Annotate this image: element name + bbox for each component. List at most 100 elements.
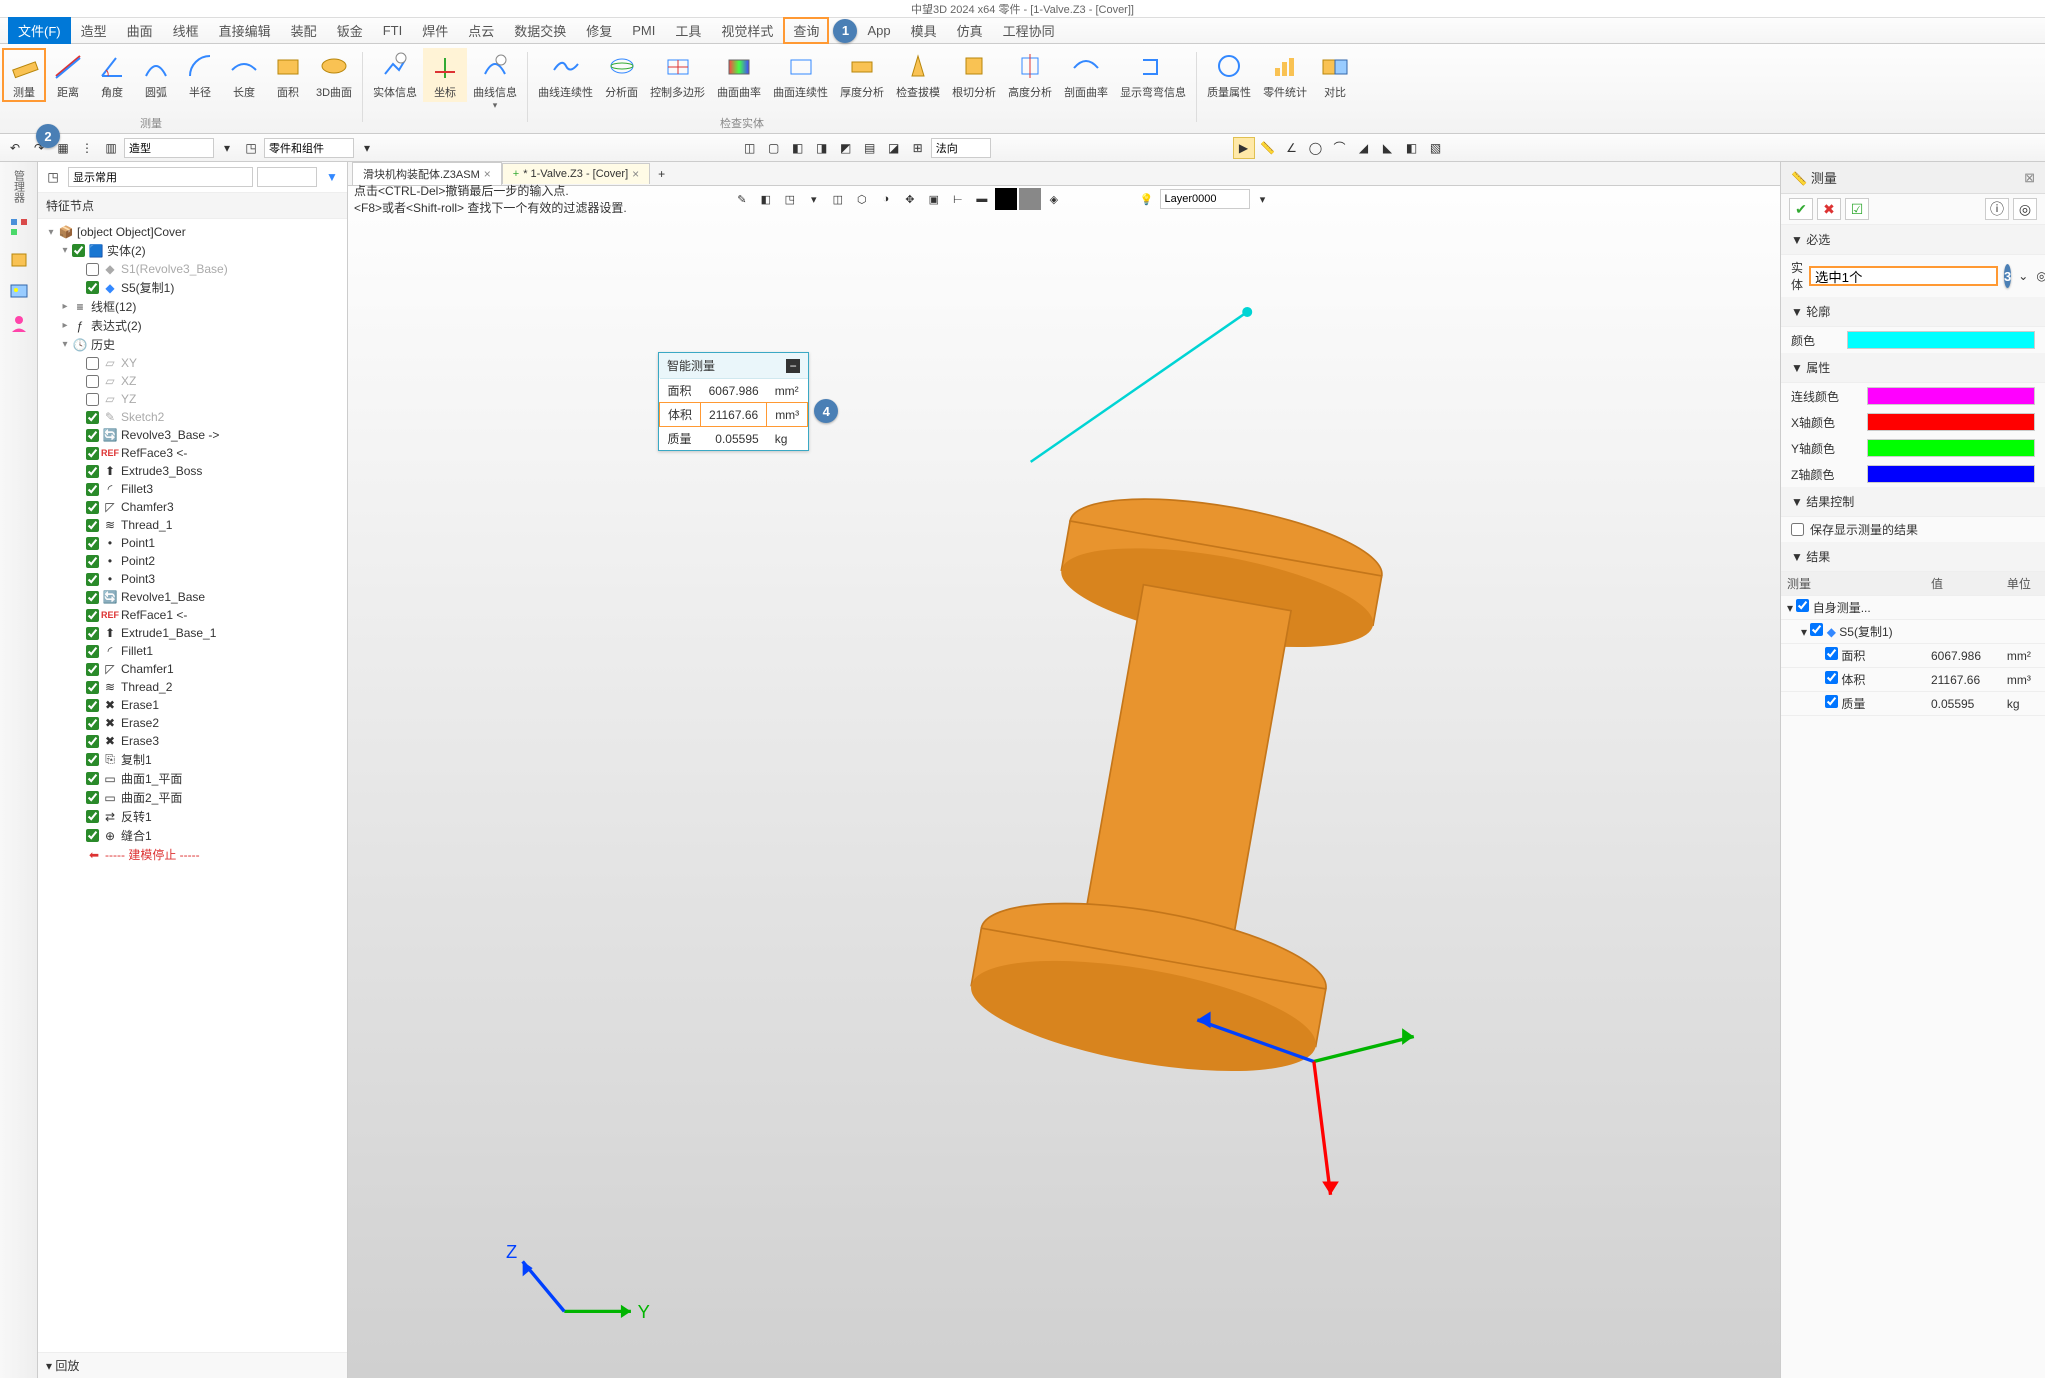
- rp-info-button[interactable]: ⓘ: [1985, 198, 2009, 220]
- tool-distance[interactable]: 距离: [46, 48, 90, 102]
- tool-thick-anal[interactable]: 厚度分析: [834, 48, 890, 102]
- tree-root[interactable]: ▾📦[object Object]Cover: [40, 223, 345, 241]
- menu-surface[interactable]: 曲面: [117, 17, 163, 44]
- cb-erase1[interactable]: [86, 699, 99, 712]
- tree-expr[interactable]: ▸ƒ表达式(2): [40, 316, 345, 335]
- tree-point3[interactable]: •Point3: [40, 570, 345, 588]
- cb-ext1[interactable]: [86, 627, 99, 640]
- tree-cube-icon[interactable]: ◳: [42, 166, 64, 188]
- tool-qual-attr[interactable]: 质量属性: [1201, 48, 1257, 102]
- cb-xy[interactable]: [86, 357, 99, 370]
- cb-chamfer3[interactable]: [86, 501, 99, 514]
- cb-point1[interactable]: [86, 537, 99, 550]
- vp-btn-10[interactable]: ⊢: [947, 188, 969, 210]
- measure-float-panel[interactable]: 智能测量 − 面积6067.986mm² 体积21167.66mm³ 质量0.0…: [658, 352, 809, 451]
- menu-repair[interactable]: 修复: [576, 17, 622, 44]
- tree-refface1[interactable]: REFRefFace1 <-: [40, 606, 345, 624]
- cb-rev3[interactable]: [86, 429, 99, 442]
- cb-copy1[interactable]: [86, 753, 99, 766]
- tree-yz[interactable]: ▱YZ: [40, 390, 345, 408]
- tree-stop[interactable]: ⬅----- 建模停止 -----: [40, 845, 345, 864]
- tool-check-draft[interactable]: 检查拔模: [890, 48, 946, 102]
- tool-entity-info[interactable]: 实体信息: [367, 48, 423, 102]
- vp-btn-2[interactable]: ◧: [755, 188, 777, 210]
- menu-data-exchange[interactable]: 数据交换: [504, 17, 576, 44]
- menu-mold[interactable]: 模具: [901, 17, 947, 44]
- side-cube-icon[interactable]: [7, 247, 31, 271]
- tree-s5[interactable]: ◆S5(复制1): [40, 278, 345, 297]
- vp-bulb-icon[interactable]: 💡: [1136, 188, 1158, 210]
- tree-fillet3[interactable]: ◜Fillet3: [40, 480, 345, 498]
- vp-btn-3[interactable]: ◳: [779, 188, 801, 210]
- tree-thread2[interactable]: ≋Thread_2: [40, 678, 345, 696]
- qb-measure-8[interactable]: ▧: [1425, 137, 1447, 159]
- tool-height-anal[interactable]: 高度分析: [1002, 48, 1058, 102]
- tree-ext1[interactable]: ⬆Extrude1_Base_1: [40, 624, 345, 642]
- tool-curve-info[interactable]: 曲线信息▾: [467, 48, 523, 113]
- vp-btn-4[interactable]: ▾: [803, 188, 825, 210]
- menu-pointcloud[interactable]: 点云: [458, 17, 504, 44]
- add-tab-button[interactable]: +: [650, 167, 673, 181]
- cb-face2p[interactable]: [86, 791, 99, 804]
- cb-thread1[interactable]: [86, 519, 99, 532]
- qb-misc-7[interactable]: ◪: [883, 137, 905, 159]
- tree-rev1[interactable]: 🔄Revolve1_Base: [40, 588, 345, 606]
- rp-line-swatch[interactable]: [1867, 387, 2035, 405]
- rp-apply-button[interactable]: ☑: [1845, 198, 1869, 220]
- viewport-canvas[interactable]: Y Z 智能测量 − 面积6067.986mm² 体积21167.66mm³ 质…: [348, 212, 1780, 1378]
- cb-point3[interactable]: [86, 573, 99, 586]
- vp-btn-dropdown[interactable]: ▾: [1252, 188, 1274, 210]
- tool-3dsurface[interactable]: 3D曲面: [310, 48, 358, 102]
- rp-row-mass[interactable]: 质量0.05595kg: [1781, 692, 2045, 716]
- tree-refface3[interactable]: REFRefFace3 <-: [40, 444, 345, 462]
- side-user-icon[interactable]: [7, 311, 31, 335]
- qb-misc-2[interactable]: ▢: [763, 137, 785, 159]
- cb-rev1[interactable]: [86, 591, 99, 604]
- cb-self[interactable]: [1796, 599, 1809, 612]
- menu-shape[interactable]: 造型: [71, 17, 117, 44]
- vp-btn-9[interactable]: ▣: [923, 188, 945, 210]
- tool-radius[interactable]: 半径: [178, 48, 222, 102]
- rp-z-swatch[interactable]: [1867, 465, 2035, 483]
- qb-misc-5[interactable]: ◩: [835, 137, 857, 159]
- tool-arc[interactable]: 圆弧: [134, 48, 178, 102]
- tree-fillet1[interactable]: ◜Fillet1: [40, 642, 345, 660]
- rp-sec-required[interactable]: ▼ 必选: [1781, 225, 2045, 255]
- float-minimize-icon[interactable]: −: [786, 359, 800, 373]
- tool-angle[interactable]: 角度: [90, 48, 134, 102]
- side-image-icon[interactable]: [7, 279, 31, 303]
- tool-sect-curv[interactable]: 剖面曲率: [1058, 48, 1114, 102]
- layer-select[interactable]: [1160, 189, 1250, 209]
- qb-misc-6[interactable]: ▤: [859, 137, 881, 159]
- rp-row-s5[interactable]: ▾ ◆ S5(复制1): [1781, 620, 2045, 644]
- menu-assembly[interactable]: 装配: [281, 17, 327, 44]
- qb-measure-2[interactable]: ∠: [1281, 137, 1303, 159]
- rp-row-self[interactable]: ▾ 自身测量...: [1781, 596, 2045, 620]
- rp-entity-pick[interactable]: ◎: [2035, 265, 2045, 287]
- file-tab-2[interactable]: +* 1-Valve.Z3 - [Cover]×: [502, 163, 650, 184]
- cb-erase3[interactable]: [86, 735, 99, 748]
- tool-coord[interactable]: 坐标: [423, 48, 467, 102]
- cb-r-vol[interactable]: [1825, 671, 1838, 684]
- tool-compare[interactable]: 对比: [1313, 48, 1357, 102]
- tree-erase1[interactable]: ✖Erase1: [40, 696, 345, 714]
- qb-measure-4[interactable]: ⌒: [1329, 137, 1351, 159]
- rp-ok-button[interactable]: ✔: [1789, 198, 1813, 220]
- qb-play-icon[interactable]: ▶: [1233, 137, 1255, 159]
- tree-xz[interactable]: ▱XZ: [40, 372, 345, 390]
- rp-close-icon[interactable]: ⊠: [2024, 170, 2035, 186]
- tool-area[interactable]: 面积: [266, 48, 310, 102]
- qb-measure-7[interactable]: ◧: [1401, 137, 1423, 159]
- qb-measure-1[interactable]: 📏: [1257, 137, 1279, 159]
- tree-copy1[interactable]: ⎘复制1: [40, 750, 345, 769]
- cb-flip1[interactable]: [86, 810, 99, 823]
- close-tab-icon[interactable]: ×: [484, 167, 491, 181]
- tree-s1[interactable]: ◆S1(Revolve3_Base): [40, 260, 345, 278]
- qb-grid-icon[interactable]: ▥: [100, 137, 122, 159]
- tree-merge1[interactable]: ⊕缝合1: [40, 826, 345, 845]
- qb-style-select[interactable]: [124, 138, 214, 158]
- vp-btn-12[interactable]: ◈: [1043, 188, 1065, 210]
- qb-misc-3[interactable]: ◧: [787, 137, 809, 159]
- qb-misc-8[interactable]: ⊞: [907, 137, 929, 159]
- cb-fillet1[interactable]: [86, 645, 99, 658]
